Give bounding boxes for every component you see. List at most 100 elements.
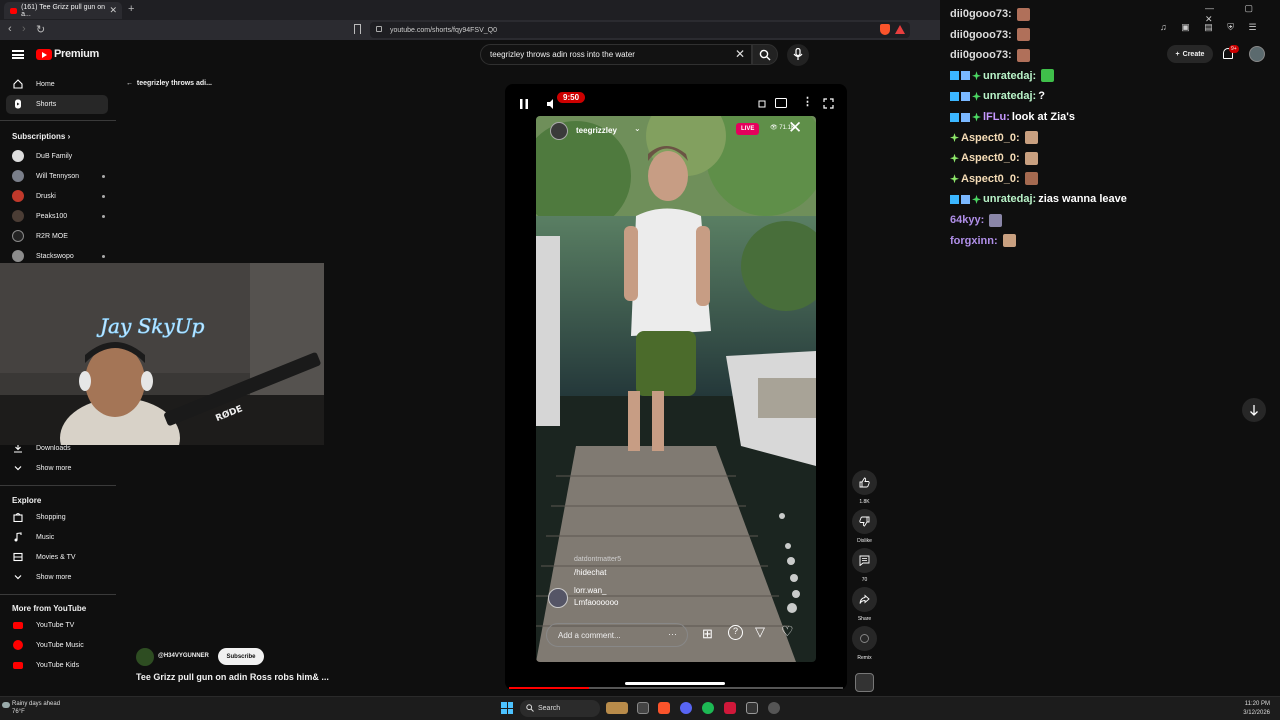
brave-browser-icon[interactable] xyxy=(658,702,670,714)
subscriptions-header[interactable]: Subscriptions › xyxy=(12,132,70,141)
new-tab-button[interactable]: + xyxy=(128,3,134,15)
brave-rewards-icon[interactable] xyxy=(895,25,905,34)
menu-icon[interactable] xyxy=(12,50,24,59)
browser-tab-active[interactable]: (161) Tee Grizz pull gun on a... ✕ xyxy=(4,2,122,19)
sidebar-item-channel[interactable]: Will Tennyson xyxy=(6,167,108,186)
subscribe-button[interactable]: Subscribe xyxy=(218,648,264,665)
sidebar-item-label: Home xyxy=(36,81,55,88)
channel-avatar xyxy=(12,230,24,242)
like-button[interactable]: 1.8K xyxy=(852,470,877,505)
sidebar-item-youtube-kids[interactable]: YouTube Kids xyxy=(6,656,108,675)
chat-badge-icon xyxy=(961,194,970,204)
extensions-toolbar-icon[interactable]: ♫ ▣ ▤ ⛨ ☰ xyxy=(1160,22,1263,33)
sidebar-item-shorts[interactable]: Shorts xyxy=(6,95,108,114)
bookmark-icon[interactable] xyxy=(354,24,361,34)
search-button[interactable] xyxy=(752,44,778,65)
home-icon xyxy=(13,79,23,89)
brave-shields-icon[interactable] xyxy=(880,24,890,35)
short-title[interactable]: Tee Grizz pull gun on adin Ross robs him… xyxy=(136,672,329,682)
sidebar-item-home[interactable]: Home xyxy=(6,75,108,94)
account-avatar[interactable] xyxy=(1249,46,1265,62)
steam-icon[interactable] xyxy=(768,702,780,714)
youtube-favicon-icon xyxy=(10,7,18,14)
channel-avatar xyxy=(12,190,24,202)
reload-icon[interactable]: ↻ xyxy=(36,23,45,36)
comments-button[interactable]: 70 xyxy=(852,548,877,583)
sidebar-item-shopping[interactable]: Shopping xyxy=(6,508,108,527)
sidebar-show-more[interactable]: Show more xyxy=(6,459,108,478)
windows-start-icon[interactable] xyxy=(501,702,513,714)
chat-emote-icon xyxy=(1016,48,1030,62)
discord-icon[interactable] xyxy=(680,702,692,714)
system-clock[interactable]: 11:20 PM 3/12/2026 xyxy=(1230,700,1270,718)
sidebar-item-youtube-tv[interactable]: YouTube TV xyxy=(6,616,108,635)
more-dots-icon: ··· xyxy=(668,629,677,639)
arrow-down-icon xyxy=(1250,405,1258,416)
channel-name[interactable]: @H34VYGUNNER xyxy=(158,653,209,659)
chat-badge-icon xyxy=(950,71,959,81)
create-button[interactable]: + Create xyxy=(1167,45,1213,63)
microphone-icon xyxy=(793,48,803,60)
sidebar-item-music[interactable]: Music xyxy=(6,528,108,547)
question-icon: ? xyxy=(728,625,743,640)
sidebar-item-channel[interactable]: Druski xyxy=(6,187,108,206)
shorts-icon xyxy=(15,99,21,109)
share-label: Share xyxy=(857,616,872,622)
sidebar-item-youtube-music[interactable]: YouTube Music xyxy=(6,636,108,655)
shorts-video-player[interactable]: 9:50 ⋮ teegrizzley ⌄ LIVE 👁 71.1K ✕ datd… xyxy=(505,84,847,690)
plus-icon: + xyxy=(1175,50,1180,58)
pause-icon[interactable] xyxy=(519,98,529,110)
next-short-button[interactable] xyxy=(1242,398,1266,422)
remix-icon xyxy=(860,634,869,643)
voice-search-button[interactable] xyxy=(787,44,809,66)
volume-icon[interactable] xyxy=(546,98,558,110)
fullscreen-icon[interactable] xyxy=(823,98,834,109)
chat-badge-icon xyxy=(950,194,959,204)
sidebar-explore-show-more[interactable]: Show more xyxy=(6,568,108,587)
weather-widget[interactable]: Rainy days ahead 76°F xyxy=(12,700,60,716)
sound-thumbnail[interactable] xyxy=(855,673,874,692)
youtube-tv-icon xyxy=(13,622,23,629)
weather-temp: 76°F xyxy=(12,709,25,715)
sidebar-item-label: Show more xyxy=(36,574,72,581)
remix-button[interactable]: Remix xyxy=(852,626,877,661)
chat-message: Aspect0_0: xyxy=(950,169,1038,189)
widgets-icon[interactable] xyxy=(606,702,628,714)
search-input[interactable]: teegrizley throws adin ross into the wat… xyxy=(480,44,752,65)
dislike-button[interactable]: Dislike xyxy=(852,509,877,544)
sidebar-item-movies[interactable]: Movies & TV xyxy=(6,548,108,567)
taskbar-search[interactable]: Search xyxy=(520,700,600,717)
film-icon xyxy=(13,552,23,562)
sidebar-item-label: Will Tennyson xyxy=(36,173,80,180)
video-frame: teegrizzley ⌄ LIVE 👁 71.1K ✕ datdontmatt… xyxy=(536,116,816,662)
send-icon: ▽ xyxy=(755,624,765,639)
back-to-search-button[interactable]: ← teegrizley throws adi... xyxy=(126,80,212,87)
clear-search-icon[interactable]: ✕ xyxy=(735,47,745,61)
spotify-icon[interactable] xyxy=(702,702,714,714)
sidebar-item-label: Downloads xyxy=(36,445,71,452)
video-progress-bar[interactable] xyxy=(509,687,843,689)
sidebar-item-label: R2R MOE xyxy=(36,233,68,240)
adobe-app-icon[interactable] xyxy=(724,702,736,714)
sidebar-item-channel[interactable]: DuB Family xyxy=(6,147,108,166)
sidebar-item-channel[interactable]: R2R MOE xyxy=(6,227,108,246)
captions-icon[interactable] xyxy=(775,98,787,108)
task-view-icon[interactable] xyxy=(637,702,649,714)
youtube-logo-icon[interactable] xyxy=(36,49,52,60)
back-arrow-icon[interactable]: ‹ xyxy=(8,23,12,35)
close-tab-icon[interactable]: ✕ xyxy=(109,5,117,16)
share-button[interactable]: Share xyxy=(852,587,877,622)
address-bar[interactable]: youtube.com/shorts/fqy94FSV_Q0 xyxy=(370,22,910,38)
chat-message: dii0gooo73: xyxy=(950,25,1030,45)
channel-avatar[interactable] xyxy=(136,648,154,666)
settings-icon[interactable] xyxy=(757,98,767,108)
site-info-icon[interactable] xyxy=(376,26,382,32)
sidebar-divider xyxy=(0,485,116,486)
app-icon[interactable] xyxy=(746,702,758,714)
weather-cloud-icon xyxy=(2,702,10,708)
youtube-premium-label[interactable]: Premium xyxy=(54,48,99,60)
sidebar-item-channel[interactable]: Peaks100 xyxy=(6,207,108,226)
comment-icon xyxy=(859,555,870,566)
more-options-icon[interactable]: ⋮ xyxy=(802,95,813,108)
forward-arrow-icon[interactable]: › xyxy=(22,23,26,35)
